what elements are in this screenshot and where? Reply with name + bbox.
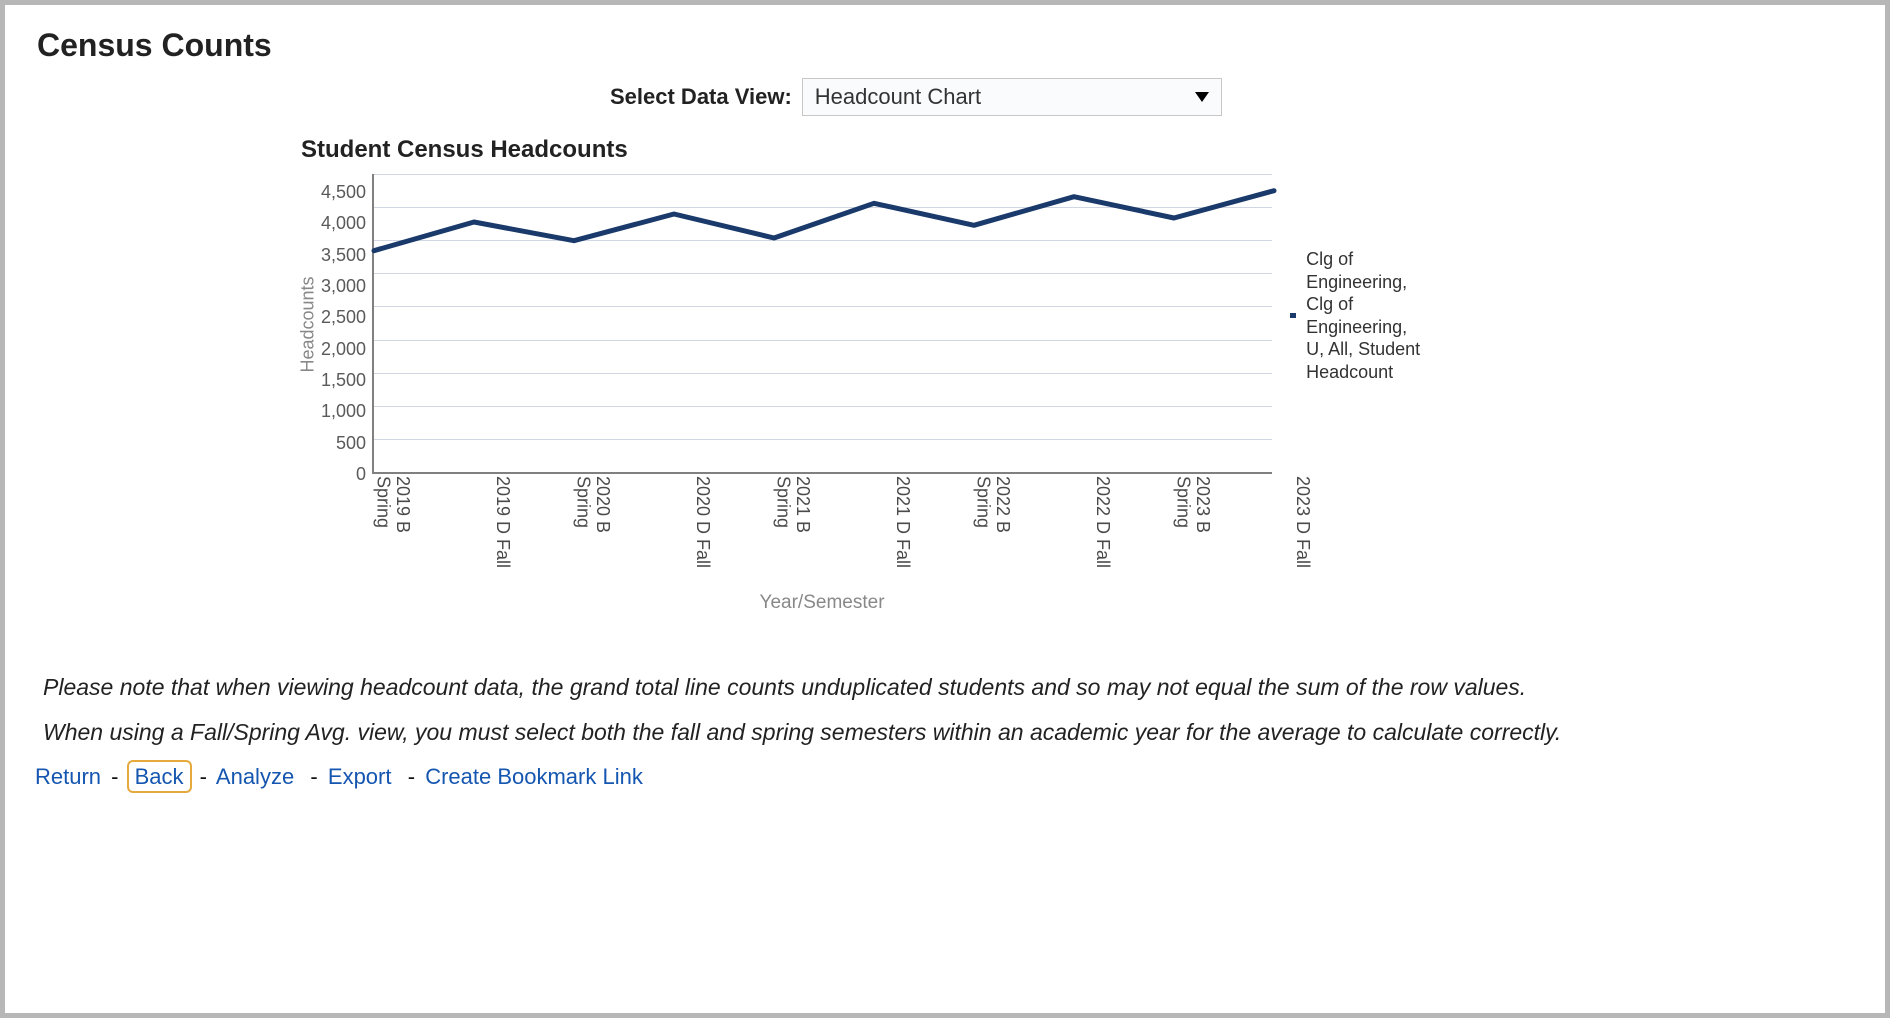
y-tick: 2,500	[321, 308, 366, 326]
x-tick: 2023 D Fall	[1232, 476, 1312, 586]
y-tick: 3,000	[321, 277, 366, 295]
bookmark-link[interactable]: Create Bookmark Link	[425, 764, 643, 789]
y-axis-ticks: 4,500 4,000 3,500 3,000 2,500 2,000 1,500 1,000…	[321, 174, 372, 474]
action-bar: Return - Back - Analyze - Export - Creat…	[35, 764, 1855, 790]
x-tick: 2020 D Fall	[632, 476, 712, 586]
note-fall-spring-avg: When using a Fall/Spring Avg. view, you …	[43, 719, 1855, 746]
chart-row: Headcounts 4,500 4,000 3,500 3,000 2,500 2,00…	[295, 168, 1395, 614]
y-axis-title: Headcounts	[298, 276, 319, 372]
analyze-link[interactable]: Analyze	[216, 764, 294, 789]
legend-swatch	[1290, 313, 1296, 318]
chart-block: Student Census Headcounts Headcounts 4,5…	[295, 136, 1395, 614]
back-link[interactable]: Back	[127, 760, 192, 793]
y-tick: 3,500	[321, 246, 366, 264]
x-tick: 2019 D Fall	[432, 476, 512, 586]
x-axis-title: Year/Semester	[372, 592, 1272, 614]
y-tick: 2,000	[321, 340, 366, 358]
chevron-down-icon	[1195, 92, 1209, 102]
chart-title: Student Census Headcounts	[301, 136, 1395, 164]
legend: Clg of Engineering, Clg of Engineering, …	[1290, 248, 1427, 383]
x-tick: 2023 B Spring	[1132, 476, 1212, 586]
x-tick: 2021 D Fall	[832, 476, 912, 586]
legend-label: Clg of Engineering, Clg of Engineering, …	[1306, 248, 1427, 383]
data-view-dropdown[interactable]: Headcount Chart	[802, 78, 1222, 116]
x-axis-ticks: 2019 B Spring2019 D Fall2020 B Spring202…	[372, 476, 1272, 586]
data-view-value: Headcount Chart	[815, 84, 981, 110]
y-tick: 4,500	[321, 183, 366, 201]
separator: -	[402, 764, 415, 789]
line-series	[374, 174, 1274, 474]
y-tick: 1,000	[321, 402, 366, 420]
x-tick: 2022 D Fall	[1032, 476, 1112, 586]
plot-area	[372, 174, 1272, 474]
x-tick: 2019 B Spring	[332, 476, 412, 586]
y-axis-title-wrap: Headcounts	[295, 174, 321, 474]
y-tick: 4,000	[321, 214, 366, 232]
separator: -	[111, 764, 118, 789]
page-title: Census Counts	[37, 27, 1855, 64]
x-tick: 2020 B Spring	[532, 476, 612, 586]
x-tick: 2021 B Spring	[732, 476, 812, 586]
note-unduplicated: Please note that when viewing headcount …	[43, 674, 1855, 701]
return-link[interactable]: Return	[35, 764, 101, 789]
separator: -	[304, 764, 317, 789]
app-frame: Census Counts Select Data View: Headcoun…	[0, 0, 1890, 1018]
x-tick: 2022 B Spring	[932, 476, 1012, 586]
notes: Please note that when viewing headcount …	[35, 674, 1855, 746]
separator: -	[200, 764, 207, 789]
data-view-label: Select Data View:	[610, 84, 792, 110]
y-tick: 500	[336, 434, 366, 452]
export-link[interactable]: Export	[328, 764, 392, 789]
data-view-selector-row: Select Data View: Headcount Chart	[610, 78, 1855, 116]
plot-wrap: 2019 B Spring2019 D Fall2020 B Spring202…	[372, 174, 1272, 614]
y-tick: 1,500	[321, 371, 366, 389]
